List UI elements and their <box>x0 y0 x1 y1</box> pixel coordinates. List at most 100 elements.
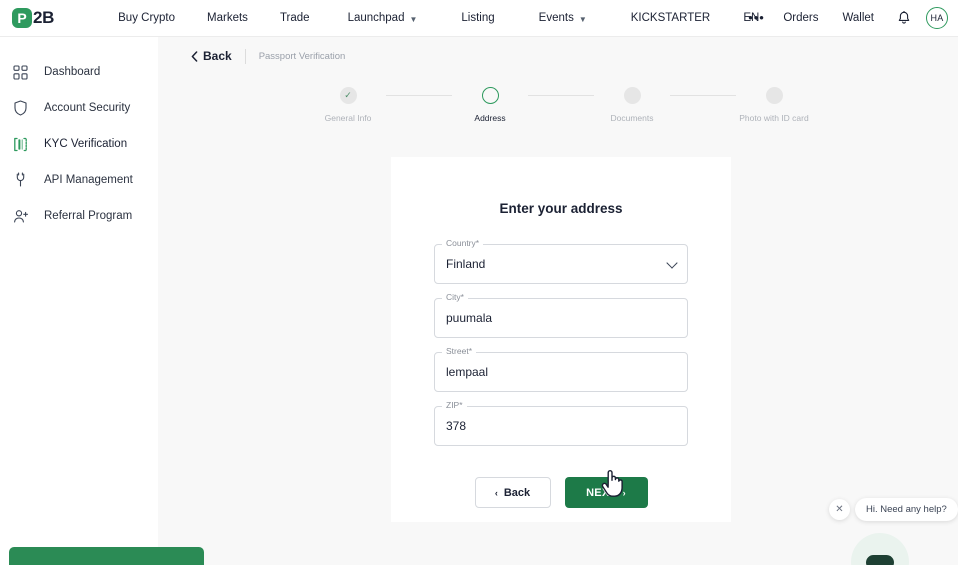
country-select[interactable]: Finland <box>434 244 688 284</box>
step-dot-done: ✓ <box>339 87 357 104</box>
zip-value: 378 <box>446 419 467 433</box>
nav-item-markets[interactable]: Markets <box>191 12 264 24</box>
zip-field[interactable]: ZIP* 378 <box>434 400 688 446</box>
street-input[interactable]: lempaal <box>434 352 688 392</box>
chevron-right-icon: › <box>622 487 626 498</box>
form-back-label: Back <box>503 486 531 499</box>
nav-item-trade[interactable]: Trade <box>264 12 326 24</box>
dashboard-grid-icon <box>12 64 29 81</box>
city-input[interactable]: puumala <box>434 298 688 338</box>
label-text: ZIP <box>446 400 460 410</box>
bell-icon[interactable] <box>886 10 922 26</box>
chevron-left-icon: ‹ <box>494 487 498 498</box>
form-next-label: NEXT <box>586 486 617 499</box>
nav-item-events[interactable]: Events ▼ <box>517 12 609 24</box>
label-text: Country <box>446 238 476 248</box>
street-field-label: Street* <box>442 346 476 356</box>
nav-label: Trade <box>279 12 310 24</box>
step-documents[interactable]: Documents <box>594 87 670 123</box>
city-value: puumala <box>446 311 493 325</box>
nav-label: Buy Crypto <box>118 12 176 24</box>
chevron-left-icon <box>191 50 198 62</box>
city-field-label: City* <box>442 292 468 302</box>
label-text: Street <box>446 346 469 356</box>
sidebar-item-label: Dashboard <box>44 66 101 78</box>
step-label: General Info <box>324 113 372 123</box>
address-form-card: Enter your address Country* Finland City… <box>391 157 731 522</box>
step-dot-active <box>481 87 499 104</box>
city-field[interactable]: City* puumala <box>434 292 688 338</box>
nav-label: KICKSTARTER <box>630 12 711 24</box>
chevron-down-icon: ▼ <box>578 14 587 24</box>
step-label: Documents <box>610 113 654 123</box>
breadcrumb-divider <box>244 48 246 64</box>
street-field[interactable]: Street* lempaal <box>434 346 688 392</box>
nav-item-buy-crypto[interactable]: Buy Crypto <box>102 12 191 24</box>
sidebar-item-kyc-verification[interactable]: KYC Verification <box>0 126 158 162</box>
step-general-info[interactable]: ✓ General Info <box>310 87 386 123</box>
sidebar: Dashboard Account Security KYC Verificat… <box>0 37 158 565</box>
nav-label: Launchpad <box>347 12 405 24</box>
country-value: Finland <box>446 257 486 271</box>
avatar[interactable]: HA <box>926 7 948 29</box>
logo-mark-icon: P <box>12 8 32 28</box>
back-button-label: Back <box>203 49 232 63</box>
required-mark: * <box>475 238 480 248</box>
step-label: Address <box>474 113 506 123</box>
country-field[interactable]: Country* Finland <box>434 238 688 284</box>
nav-label: Listing <box>461 12 495 24</box>
sidebar-item-dashboard[interactable]: Dashboard <box>0 54 158 90</box>
chat-bubble-icon <box>866 554 894 565</box>
p2b-logo[interactable]: P 2B <box>12 8 54 28</box>
zip-input[interactable]: 378 <box>434 406 688 446</box>
step-connector <box>528 95 594 96</box>
user-plus-icon <box>12 208 29 225</box>
step-photo-with-id-card[interactable]: Photo with ID card <box>736 87 812 123</box>
sidebar-item-label: Account Security <box>44 102 131 114</box>
nav-label: Events <box>538 12 574 24</box>
form-actions: ‹ Back NEXT › <box>391 477 731 508</box>
step-address[interactable]: Address <box>452 87 528 123</box>
sidebar-item-api-management[interactable]: API Management <box>0 162 158 198</box>
breadcrumb-current: Passport Verification <box>258 50 346 62</box>
wallet-link[interactable]: Wallet <box>830 12 886 24</box>
back-button[interactable]: Back <box>191 49 232 63</box>
main-nav: Buy Crypto Markets Trade Launchpad ▼ Lis… <box>102 11 781 24</box>
step-dot-todo <box>765 87 783 104</box>
header-right-cluster: EN Orders Wallet HA <box>731 7 948 29</box>
chat-close-button[interactable]: ✕ <box>829 499 850 520</box>
nav-item-kickstarter[interactable]: KICKSTARTER <box>609 12 732 24</box>
language-selector[interactable]: EN <box>731 12 771 24</box>
country-field-label: Country* <box>442 238 484 248</box>
sidebar-item-account-security[interactable]: Account Security <box>0 90 158 126</box>
step-label: Photo with ID card <box>739 113 809 123</box>
zip-field-label: ZIP* <box>442 400 467 410</box>
shield-icon <box>12 100 29 117</box>
step-dot-todo <box>623 87 641 104</box>
required-mark: * <box>459 400 463 410</box>
street-value: lempaal <box>446 365 489 379</box>
nav-item-listing[interactable]: Listing <box>439 12 516 24</box>
top-header: P 2B Buy Crypto Markets Trade Launchpad … <box>0 0 958 37</box>
chat-greeting-bubble[interactable]: Hi. Need any help? <box>855 498 958 521</box>
form-back-button[interactable]: ‹ Back <box>474 477 551 508</box>
nav-label: Markets <box>207 12 248 24</box>
page-title: Enter your address <box>499 201 623 216</box>
label-text: City <box>446 292 461 302</box>
required-mark: * <box>468 346 472 356</box>
step-connector <box>670 95 736 96</box>
bottom-toast[interactable] <box>9 547 204 565</box>
breadcrumb: Back Passport Verification <box>158 37 958 75</box>
plug-icon <box>12 172 29 189</box>
sidebar-item-label: Referral Program <box>44 210 133 222</box>
logo-text: 2B <box>33 8 55 27</box>
sidebar-item-label: KYC Verification <box>44 138 128 150</box>
form-next-button[interactable]: NEXT › <box>564 477 648 508</box>
nav-item-launchpad[interactable]: Launchpad ▼ <box>326 12 440 24</box>
orders-link[interactable]: Orders <box>771 12 830 24</box>
step-connector <box>386 95 452 96</box>
id-scan-icon <box>12 136 29 153</box>
sidebar-item-referral-program[interactable]: Referral Program <box>0 198 158 234</box>
sidebar-item-label: API Management <box>44 174 133 186</box>
chevron-down-icon: ▼ <box>409 14 418 24</box>
